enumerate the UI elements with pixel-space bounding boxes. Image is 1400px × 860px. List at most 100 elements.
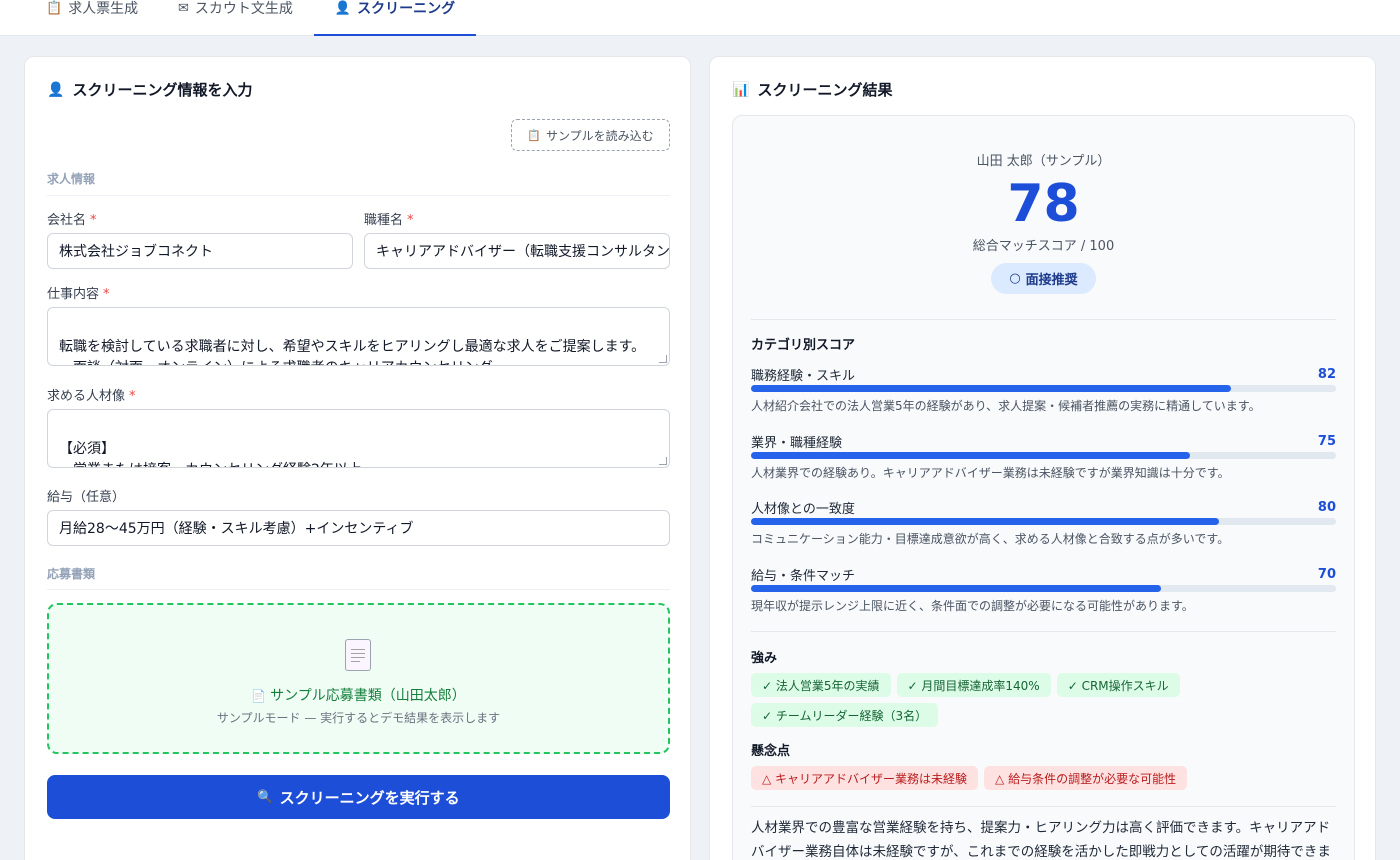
concerns-tags: △ キャリアアドバイザー業務は未経験 △ 給与条件の調整が必要な可能性 [751, 766, 1336, 790]
required-mark: * [103, 287, 110, 302]
score-bar-track [751, 452, 1336, 459]
required-mark: * [90, 213, 97, 228]
user-icon: 👤 [47, 81, 65, 98]
category-score: 70 [1317, 567, 1336, 582]
concern-tag: △ 給与条件の調整が必要な可能性 [984, 766, 1188, 790]
strength-tag: ✓ チームリーダー経験（3名） [751, 703, 939, 727]
category-note: 人材業界での経験あり。キャリアアドバイザー業務は未経験ですが業界知識は十分です。 [751, 466, 1230, 480]
category-heading: カテゴリ別スコア [751, 338, 856, 353]
circle-icon: ○ [1009, 271, 1021, 286]
dropzone-file-title: サンプル応募書類（山田太郎） [270, 688, 466, 704]
section-divider [47, 195, 670, 196]
screening-input-card: 👤 スクリーニング情報を入力 📋 サンプルを読み込む 求人情報 会社名 * 株式会… [24, 56, 691, 860]
resize-handle[interactable] [659, 355, 667, 363]
user-icon: 👤 [334, 1, 352, 16]
document-icon [345, 639, 371, 671]
ideal-candidate-text: 【必須】 ・営業または接客・カウンセリング経験2年以上 ・人の話を丁寧に聞き、信… [59, 441, 362, 467]
company-label: 会社名 * [47, 209, 97, 228]
strength-tag: ✓ 法人営業5年の実績 [751, 673, 891, 697]
divider [751, 806, 1336, 807]
required-mark: * [407, 213, 414, 228]
bar-chart-icon: 📊 [732, 81, 750, 98]
divider [751, 319, 1336, 320]
category-score-item: 職務経験・スキル 82 人材紹介会社での法人営業5年の経験があり、求人提案・候補… [751, 365, 1336, 427]
card-title-text: スクリーニング結果 [757, 81, 893, 99]
envelope-icon: ✉ [178, 1, 189, 16]
verdict-badge: ○ 面接推奨 [991, 263, 1096, 294]
strengths-tags: ✓ 法人営業5年の実績 ✓ 月間目標達成率140% ✓ CRM操作スキル ✓ チ… [751, 673, 1336, 727]
job-description-label: 仕事内容 * [47, 283, 110, 302]
tab-label: 求人票生成 [68, 1, 139, 17]
job-description-text: 転職を検討している求職者に対し、希望やスキルをヒアリングし最適な求人をご提案しま… [59, 339, 646, 365]
tab-label: スクリーニング [357, 1, 456, 17]
category-score: 75 [1317, 434, 1336, 449]
score-bar-fill [751, 518, 1219, 525]
strengths-heading: 強み [751, 651, 778, 666]
ideal-candidate-textarea[interactable]: 【必須】 ・営業または接客・カウンセリング経験2年以上 ・人の話を丁寧に聞き、信… [47, 409, 670, 468]
resize-handle[interactable] [659, 457, 667, 465]
top-tab-bar: 📋 求人票生成 ✉ スカウト文生成 👤 スクリーニング [0, 0, 1400, 36]
job-description-textarea[interactable]: 転職を検討している求職者に対し、希望やスキルをヒアリングし最適な求人をご提案しま… [47, 307, 670, 366]
tab-job-posting[interactable]: 📋 求人票生成 [46, 0, 138, 36]
position-input[interactable]: キャリアアドバイザー（転職支援コンサルタント） [364, 233, 670, 269]
card-title-text: スクリーニング情報を入力 [72, 81, 253, 99]
category-name: 人材像との一致度 [751, 502, 855, 517]
section-divider [47, 589, 670, 590]
tab-screening[interactable]: 👤 スクリーニング [314, 0, 476, 36]
category-name: 業界・職種経験 [751, 436, 843, 451]
card-title: 📊 スクリーニング結果 [732, 79, 892, 100]
summary-text: 人材業界での豊富な営業経験を持ち、提案力・ヒアリング力は高く評価できます。キャリ… [751, 820, 1331, 860]
search-icon: 🔍 [257, 789, 274, 805]
concerns-heading: 懸念点 [751, 744, 791, 759]
result-panel: 山田 太郎（サンプル） 78 総合マッチスコア / 100 ○ 面接推奨 カテゴ… [732, 115, 1355, 860]
clipboard-icon: 📋 [46, 1, 63, 16]
position-label: 職種名 * [364, 209, 414, 228]
salary-input[interactable]: 月給28〜45万円（経験・スキル考慮）+インセンティブ [47, 510, 670, 546]
category-score-item: 給与・条件マッチ 70 現年収が提示レンジ上限に近く、条件面での調整が必要になる… [751, 565, 1336, 627]
strength-tag: ✓ CRM操作スキル [1056, 673, 1180, 697]
company-input[interactable]: 株式会社ジョブコネクト [47, 233, 353, 269]
category-score: 80 [1317, 500, 1336, 515]
divider [751, 631, 1336, 632]
score-bar-track [751, 385, 1336, 392]
screening-result-card: 📊 スクリーニング結果 山田 太郎（サンプル） 78 総合マッチスコア / 10… [709, 56, 1376, 860]
category-score-item: 人材像との一致度 80 コミュニケーション能力・目標達成意欲が高く、求める人材像… [751, 498, 1336, 560]
run-screening-button[interactable]: 🔍 スクリーニングを実行する [47, 775, 670, 819]
score-bar-fill [751, 452, 1190, 459]
concern-tag: △ キャリアアドバイザー業務は未経験 [751, 766, 979, 790]
category-score: 82 [1317, 367, 1336, 382]
tab-scout-message[interactable]: ✉ スカウト文生成 [178, 0, 293, 36]
tab-label: スカウト文生成 [194, 1, 293, 17]
candidate-name: 山田 太郎（サンプル） [976, 154, 1111, 169]
ideal-candidate-label: 求める人材像 * [47, 385, 136, 404]
file-icon: 📄 [251, 689, 267, 703]
run-screening-label: スクリーニングを実行する [279, 788, 460, 807]
category-score-item: 業界・職種経験 75 人材業界での経験あり。キャリアアドバイザー業務は未経験です… [751, 432, 1336, 494]
category-note: 現年収が提示レンジ上限に近く、条件面での調整が必要になる可能性があります。 [751, 599, 1194, 613]
dropzone-hint: サンプルモード — 実行するとデモ結果を表示します [216, 711, 501, 725]
category-name: 給与・条件マッチ [751, 569, 856, 584]
clipboard-icon: 📋 [527, 128, 542, 142]
overall-score-label: 総合マッチスコア / 100 [972, 239, 1115, 254]
position-label-text: 職種名 [364, 213, 404, 228]
load-sample-label: サンプルを読み込む [546, 128, 654, 143]
company-label-text: 会社名 [47, 213, 87, 228]
score-bar-fill [751, 385, 1231, 392]
score-bar-fill [751, 585, 1161, 592]
verdict-label: 面接推奨 [1025, 273, 1078, 288]
section-job-info: 求人情報 [47, 172, 96, 186]
category-note: 人材紹介会社での法人営業5年の経験があり、求人提案・候補者推薦の実務に精通してい… [751, 399, 1261, 413]
load-sample-button[interactable]: 📋 サンプルを読み込む [511, 119, 670, 151]
score-bar-track [751, 518, 1336, 525]
card-title: 👤 スクリーニング情報を入力 [47, 79, 252, 100]
dropzone-file-name: 📄 サンプル応募書類（山田太郎） [49, 685, 668, 705]
overall-score: 78 [1007, 174, 1080, 234]
required-mark: * [129, 389, 136, 404]
category-name: 職務経験・スキル [751, 369, 856, 384]
section-documents: 応募書類 [47, 567, 96, 581]
strength-tag: ✓ 月間目標達成率140% [896, 673, 1051, 697]
score-bar-track [751, 585, 1336, 592]
document-dropzone[interactable]: 📄 サンプル応募書類（山田太郎） サンプルモード — 実行するとデモ結果を表示しま… [47, 603, 670, 754]
salary-label: 給与（任意） [47, 490, 126, 505]
category-note: コミュニケーション能力・目標達成意欲が高く、求める人材像と合致する点が多いです。 [751, 532, 1230, 546]
